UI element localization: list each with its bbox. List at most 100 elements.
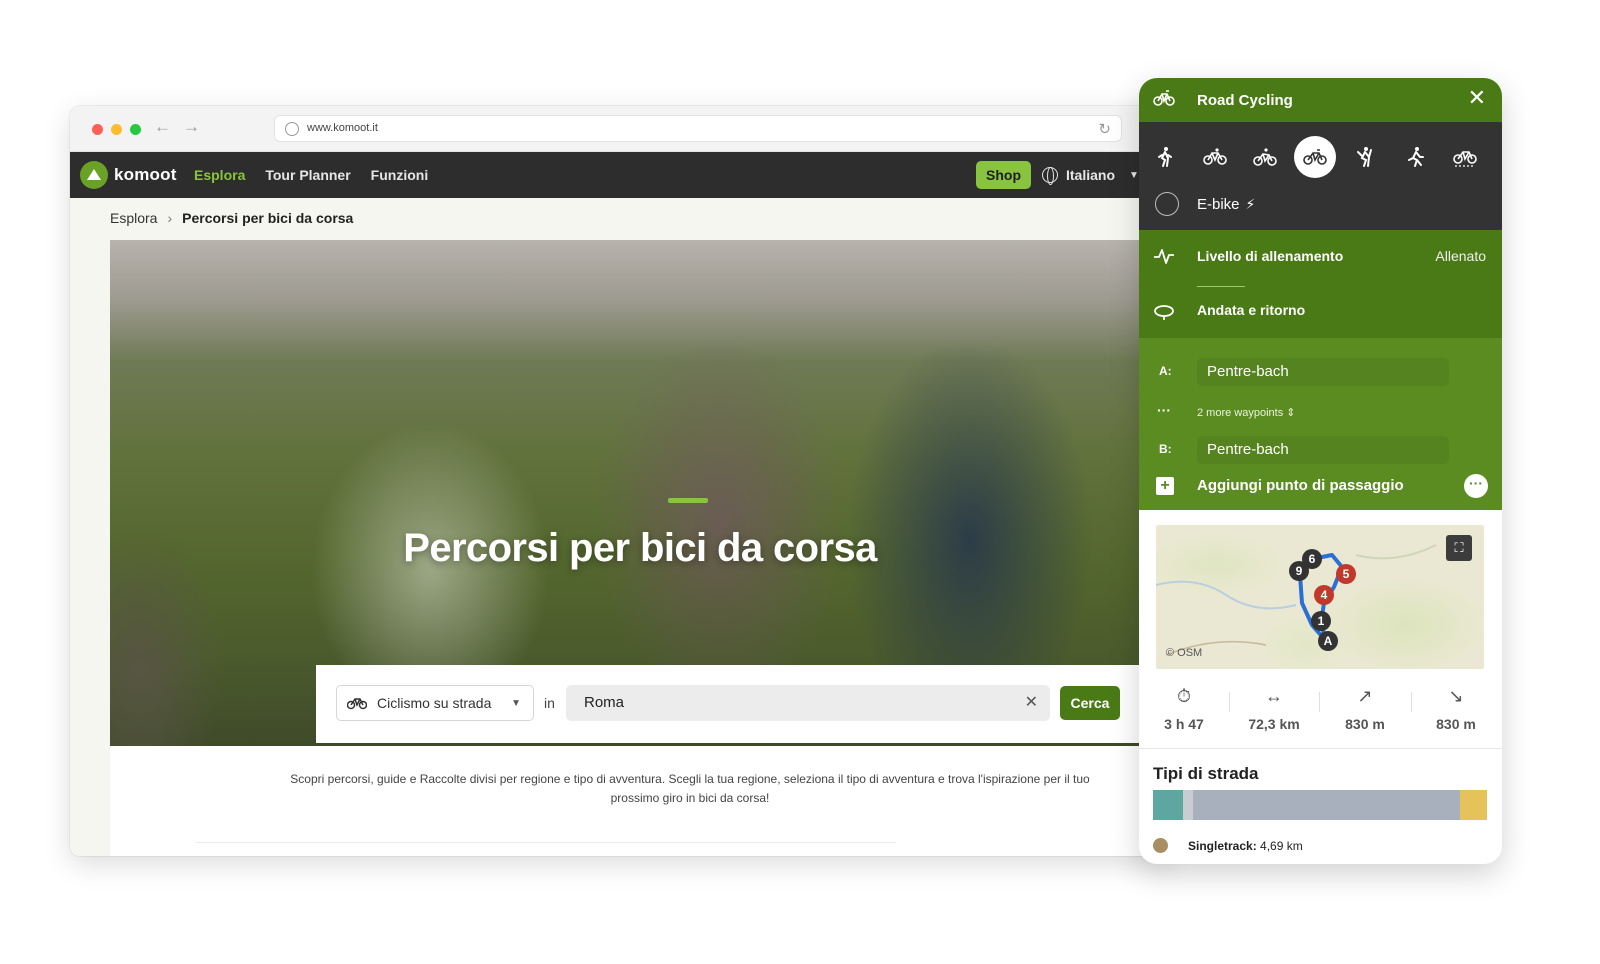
distance-icon: ↔: [1265, 686, 1283, 706]
map-marker-5[interactable]: 5: [1336, 564, 1356, 584]
search-button[interactable]: Cerca: [1060, 686, 1120, 720]
stat-distance: ↔ 72,3 km: [1229, 686, 1319, 732]
stat-uphill: ↗ 830 m: [1320, 686, 1410, 732]
search-bar: Ciclismo su strada ▼ in Roma ✕ Cerca: [316, 665, 1140, 743]
singletrack-text: Singletrack: 4,69 km: [1188, 839, 1303, 853]
sport-select[interactable]: Ciclismo su strada ▼: [336, 685, 534, 721]
minimize-window-button[interactable]: [111, 124, 122, 135]
address-bar[interactable]: www.komoot.it ↻: [274, 115, 1122, 142]
route-map-drawing: 6 9 5 4 1 A: [1156, 544, 1437, 656]
site-header: komoot Esplora Tour Planner Funzioni Sho…: [70, 152, 1170, 198]
close-icon[interactable]: ✕: [1468, 87, 1486, 109]
road-types-title: Tipi di strada: [1153, 764, 1259, 783]
breadcrumb-current: Percorsi per bici da corsa: [182, 210, 354, 226]
map-marker-label: 9: [1296, 564, 1303, 578]
stat-duration: ⏱ 3 h 47: [1139, 686, 1229, 732]
roundtrip-label: Andata e ritorno: [1197, 302, 1306, 318]
breadcrumb-root[interactable]: Esplora: [110, 210, 157, 226]
sport-road-cycling[interactable]: [1294, 136, 1336, 178]
language-label: Italiano: [1066, 167, 1116, 183]
fitness-level-row[interactable]: Livello di allenamento Allenato: [1139, 244, 1502, 270]
road-types-bar: [1153, 790, 1487, 820]
more-waypoints-toggle[interactable]: 2 more waypoints ⇕: [1197, 406, 1296, 419]
map-marker-9[interactable]: 9: [1289, 561, 1309, 581]
map-marker-1[interactable]: 1: [1311, 611, 1331, 631]
in-label: in: [544, 695, 555, 711]
nav-link-tour-planner[interactable]: Tour Planner: [265, 167, 350, 183]
bike-touring-icon: [1203, 148, 1227, 165]
close-window-button[interactable]: [92, 124, 103, 135]
fullscreen-icon[interactable]: ⛶: [1446, 535, 1472, 561]
waypoint-a-input[interactable]: Pentre-bach: [1197, 358, 1449, 386]
main-nav: Esplora Tour Planner Funzioni: [194, 167, 428, 183]
downhill-value: 830 m: [1436, 716, 1476, 732]
shop-button[interactable]: Shop: [976, 161, 1031, 189]
singletrack-value: 4,69 km: [1260, 838, 1303, 853]
route-map[interactable]: 6 9 5 4 1 A ⛶ © OSM: [1156, 525, 1484, 669]
waypoint-b-input[interactable]: Pentre-bach: [1197, 436, 1449, 464]
sport-mountaineering[interactable]: [1344, 136, 1386, 178]
nav-link-funzioni[interactable]: Funzioni: [371, 167, 429, 183]
road-bike-icon: [1153, 90, 1175, 106]
pulse-icon: [1154, 249, 1174, 264]
window-controls: [92, 124, 141, 135]
uphill-value: 830 m: [1345, 716, 1385, 732]
location-input[interactable]: Roma ✕: [566, 685, 1050, 721]
planner-title: Road Cycling: [1197, 92, 1293, 109]
sport-select-value: Ciclismo su strada: [377, 695, 492, 711]
map-marker-a[interactable]: A: [1318, 631, 1338, 651]
ebike-label: E-bike: [1197, 195, 1240, 213]
sport-bike-touring[interactable]: [1194, 136, 1236, 178]
intro-text: Scopri percorsi, guide e Raccolte divisi…: [290, 772, 1090, 805]
map-marker-label: 4: [1321, 588, 1328, 602]
fitness-level-value: Allenato: [1435, 248, 1486, 264]
hero-image: Percorsi per bici da corsa Ciclismo su s…: [110, 240, 1170, 746]
roundtrip-icon: [1154, 305, 1174, 320]
chevron-down-icon: ▼: [511, 698, 521, 709]
road-type-legend-item: Singletrack: 4,69 km: [1153, 838, 1303, 853]
stat-downhill: ↘ 830 m: [1411, 686, 1501, 732]
divider: [196, 842, 896, 848]
url-text: www.komoot.it: [307, 122, 378, 134]
road-cycling-icon: [1303, 149, 1327, 165]
globe-icon: [1042, 167, 1058, 185]
hiking-icon: [1158, 147, 1172, 167]
map-marker-label: A: [1324, 634, 1333, 648]
more-options-button[interactable]: ···: [1464, 474, 1488, 498]
page-content: Esplora › Percorsi per bici da corsa Per…: [70, 198, 1170, 856]
waypoint-b-label: B:: [1159, 442, 1172, 456]
ebike-radio[interactable]: [1155, 192, 1179, 216]
komoot-logo[interactable]: komoot: [80, 161, 177, 189]
breadcrumb: Esplora › Percorsi per bici da corsa: [110, 210, 353, 226]
road-type-segment: [1193, 790, 1461, 820]
nav-link-esplora[interactable]: Esplora: [194, 167, 245, 183]
running-icon: [1408, 147, 1424, 167]
expand-icon: ⇕: [1286, 407, 1296, 419]
divider: [1139, 748, 1502, 749]
planner-header: Road Cycling ✕: [1139, 78, 1502, 122]
browser-window: ← → www.komoot.it ↻ komoot Esplora Tour …: [70, 106, 1170, 856]
language-selector[interactable]: Italiano ▼: [1042, 167, 1139, 185]
clear-icon[interactable]: ✕: [1025, 685, 1038, 721]
sport-mtb[interactable]: [1244, 136, 1286, 178]
maximize-window-button[interactable]: [130, 124, 141, 135]
distance-value: 72,3 km: [1248, 716, 1300, 732]
road-type-segment: [1183, 790, 1194, 820]
ebike-toggle[interactable]: E-bike ⚡: [1155, 192, 1255, 216]
komoot-logo-icon: [80, 161, 108, 189]
forward-arrow-icon[interactable]: →: [183, 117, 200, 137]
back-arrow-icon[interactable]: ←: [154, 117, 171, 137]
add-waypoint-row[interactable]: + Aggiungi punto di passaggio ···: [1139, 474, 1502, 500]
route-planner-panel: Road Cycling ✕ E-bike ⚡ Livello di allen…: [1139, 78, 1502, 864]
lightning-icon: ⚡: [1245, 195, 1256, 212]
sport-gravel[interactable]: [1444, 136, 1486, 178]
location-value: Roma: [584, 694, 625, 711]
map-marker-4[interactable]: 4: [1314, 585, 1334, 605]
sport-hiking[interactable]: [1144, 136, 1186, 178]
chevron-down-icon: ▼: [1129, 169, 1139, 181]
sport-running[interactable]: [1394, 136, 1436, 178]
reload-icon[interactable]: ↻: [1098, 120, 1111, 138]
roundtrip-row[interactable]: Andata e ritorno: [1139, 300, 1502, 326]
waypoints-section: A: Pentre-bach ··· 2 more waypoints ⇕ B:…: [1139, 338, 1502, 510]
mountaineering-icon: [1357, 147, 1372, 167]
